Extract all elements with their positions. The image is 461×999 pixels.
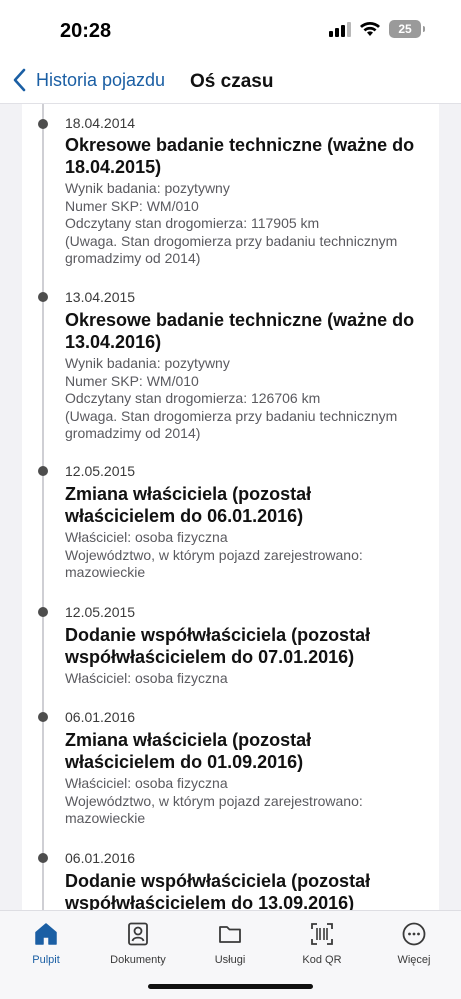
chevron-left-icon <box>13 68 26 92</box>
entry-date: 18.04.2014 <box>65 115 136 131</box>
detail-line: Numer SKP: WM/010 <box>65 197 199 214</box>
detail-line: Numer SKP: WM/010 <box>65 372 199 389</box>
tab-dokumenty[interactable]: Dokumenty <box>92 921 184 966</box>
detail-line: Odczytany stan drogomierza: 117905 km <box>65 215 320 231</box>
timeline-dot <box>38 119 48 129</box>
detail-line: Województwo, w którym pojazd zarejestrow… <box>65 792 363 809</box>
tab-pulpit[interactable]: Pulpit <box>0 921 92 966</box>
entry-details: Właściciel: osoba fizyczna <box>65 670 425 688</box>
entry-date: 12.05.2015 <box>65 463 136 479</box>
tab-label: Dokumenty <box>110 954 166 966</box>
folder-icon <box>219 926 241 943</box>
timeline-line <box>42 104 44 910</box>
tab-wiecej[interactable]: Więcej <box>368 921 460 966</box>
tab-label: Usługi <box>214 954 246 966</box>
tab-label: Więcej <box>397 954 431 966</box>
tab-label: Kod QR <box>302 954 342 966</box>
battery-indicator: 25 <box>389 20 425 38</box>
cellular-signal-icon <box>329 21 351 37</box>
id-card-icon <box>128 922 148 946</box>
home-indicator <box>148 984 313 989</box>
detail-line: Województwo, w którym pojazd zarejestrow… <box>65 546 363 563</box>
entry-date: 06.01.2016 <box>65 709 136 725</box>
detail-line: Wynik badania: pozytywny <box>65 180 230 196</box>
page-title: Oś czasu <box>190 71 274 92</box>
entry-date: 06.01.2016 <box>65 850 136 866</box>
back-button[interactable]: Historia pojazdu <box>12 68 165 92</box>
detail-line: gromadzimy od 2014) <box>65 250 201 266</box>
detail-line: Odczytany stan drogomierza: 126706 km <box>65 390 321 406</box>
timeline-scroll-area[interactable]: 18.04.2014 Okresowe badanie techniczne (… <box>0 104 461 910</box>
detail-line: Właściciel: osoba fizyczna <box>65 529 228 545</box>
timeline-dot <box>38 607 48 617</box>
entry-title: Zmiana właściciela (pozostał właściciele… <box>65 730 312 772</box>
navigation-bar: Historia pojazdu Oś czasu <box>0 58 461 104</box>
entry-details: Właściciel: osoba fizyczna Województwo, … <box>65 529 425 582</box>
detail-line: Właściciel: osoba fizyczna <box>65 670 228 686</box>
timeline-dot <box>38 292 48 302</box>
home-icon <box>35 923 57 945</box>
status-time: 20:28 <box>60 20 112 42</box>
status-icons: 25 <box>329 20 425 38</box>
entry-details: Wynik badania: pozytywny Numer SKP: WM/0… <box>65 355 425 443</box>
back-button-label: Historia pojazdu <box>36 69 166 90</box>
timeline-dot <box>38 712 48 722</box>
status-bar: 20:28 25 <box>0 0 461 58</box>
timeline-dot <box>38 853 48 863</box>
detail-line: Wynik badania: pozytywny <box>65 355 230 371</box>
more-icon <box>402 922 426 946</box>
wifi-icon <box>360 22 380 36</box>
detail-line: mazowieckie <box>65 810 146 826</box>
detail-line: gromadzimy od 2014) <box>65 425 201 441</box>
entry-date: 12.05.2015 <box>65 604 136 620</box>
tab-label: Pulpit <box>32 954 60 966</box>
detail-line: Właściciel: osoba fizyczna <box>65 775 228 791</box>
entry-details: Właściciel: osoba fizyczna Województwo, … <box>65 775 425 828</box>
entry-title: Okresowe badanie techniczne (ważne do 13… <box>65 310 415 352</box>
detail-line: (Uwaga. Stan drogomierza przy badaniu te… <box>65 232 398 249</box>
entry-title: Dodanie współwłaściciela (pozostał współ… <box>65 871 371 910</box>
entry-title: Okresowe badanie techniczne (ważne do 18… <box>65 135 415 177</box>
tab-uslugi[interactable]: Usługi <box>184 921 276 966</box>
entry-date: 13.04.2015 <box>65 289 136 305</box>
entry-title: Dodanie współwłaściciela (pozostał współ… <box>65 625 371 667</box>
tab-kod-qr[interactable]: Kod QR <box>276 921 368 966</box>
timeline-dot <box>38 466 48 476</box>
detail-line: mazowieckie <box>65 564 146 580</box>
qr-scan-icon <box>311 923 333 945</box>
entry-title: Zmiana właściciela (pozostał właściciele… <box>65 484 312 526</box>
detail-line: (Uwaga. Stan drogomierza przy badaniu te… <box>65 407 398 424</box>
entry-details: Wynik badania: pozytywny Numer SKP: WM/0… <box>65 180 425 268</box>
